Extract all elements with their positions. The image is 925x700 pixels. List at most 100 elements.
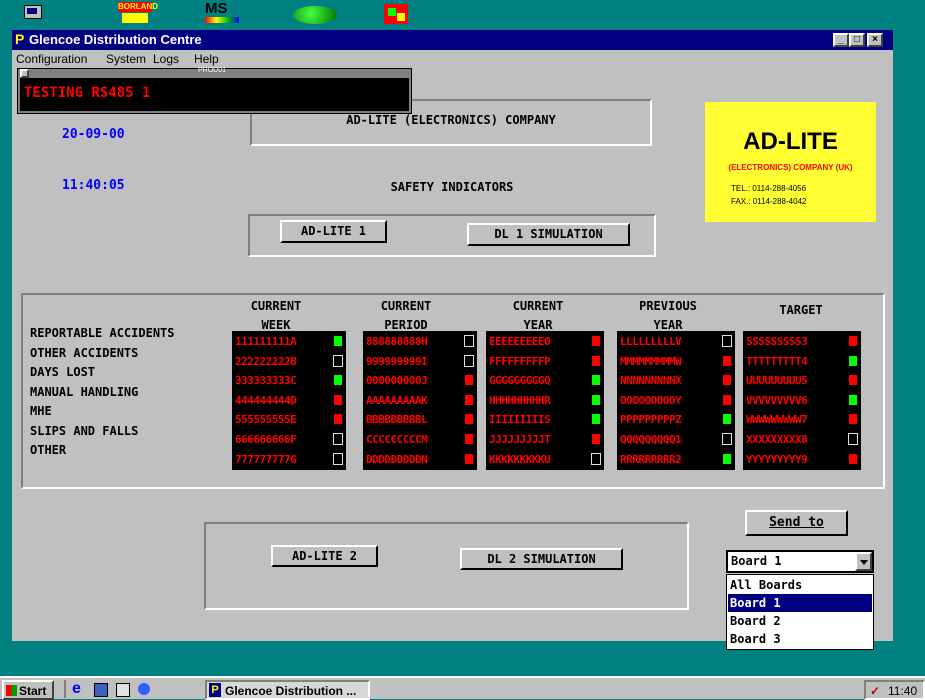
borland-label: BORLAND xyxy=(118,2,158,12)
led-board-previous-year: LLLLLLLLLV MMMMMMMMMW NNNNNNNNNX OOOOOOOOOY… xyxy=(617,331,735,470)
led-cell: TTTTTTTTT4 xyxy=(746,354,808,368)
prod01-title: PROD01 xyxy=(198,67,227,74)
led-cell: GGGGGGGGGQ xyxy=(489,374,551,388)
status-indicator-red xyxy=(334,414,342,425)
menu-help[interactable]: Help xyxy=(194,52,219,66)
logo-tel: TEL.: 0114-288-4056 xyxy=(731,184,807,193)
send-to-button[interactable]: Send to xyxy=(745,510,848,536)
status-indicator-green xyxy=(849,355,857,366)
row-label-reportable-accidents: REPORTABLE ACCIDENTS xyxy=(30,326,175,340)
prod01-display: TESTING RS485 1 xyxy=(20,78,409,111)
chevron-down-icon[interactable] xyxy=(855,552,872,571)
tray-icon[interactable]: ✓ xyxy=(870,684,880,698)
led-cell: AAAAAAAAAK xyxy=(366,393,428,407)
status-indicator-black xyxy=(333,354,343,367)
led-cell: RRRRRRRRR2 xyxy=(620,452,682,466)
led-board-current-week: 111111111A 222222222B 333333333C 444444444D… xyxy=(232,331,346,470)
column-header-current-period: CURRENT PERIOD xyxy=(351,297,461,335)
status-indicator-black xyxy=(848,433,858,445)
windows-logo-icon xyxy=(6,685,17,696)
prod01-panel[interactable]: PROD01 TESTING RS485 1 xyxy=(17,67,412,114)
close-button[interactable]: × xyxy=(867,33,883,47)
column-header-current-year: CURRENT YEAR xyxy=(483,297,593,335)
row-label-manual-handling: MANUAL HANDLING xyxy=(30,385,139,399)
row-label-other-accidents: OTHER ACCIDENTS xyxy=(30,346,139,360)
column-header-line1: TARGET xyxy=(779,303,823,317)
menu-configuration[interactable]: Configuration xyxy=(16,52,87,66)
safety-indicators-title: SAFETY INDICATORS xyxy=(390,180,514,194)
borland-icon[interactable]: BORLAND xyxy=(118,2,158,24)
logo-company: (ELECTRONICS) COMPANY (UK) xyxy=(728,163,853,172)
maximize-button[interactable]: □ xyxy=(849,33,865,47)
window-title: Glencoe Distribution Centre xyxy=(29,32,202,47)
status-indicator-black xyxy=(464,335,474,347)
internet-explorer-icon[interactable]: e xyxy=(72,680,81,698)
time-display: 11:40:05 xyxy=(62,178,125,193)
led-cell: 888888888H xyxy=(366,335,428,348)
dl-1-simulation-button[interactable]: DL 1 SIMULATION xyxy=(467,223,630,246)
network-icon[interactable] xyxy=(94,683,108,697)
dropdown-option-board-1[interactable]: Board 1 xyxy=(728,594,872,612)
green-blob-icon[interactable] xyxy=(293,6,337,24)
status-indicator-red xyxy=(849,375,857,386)
column-header-line1: PREVIOUS xyxy=(639,299,697,313)
led-cell: 222222222B xyxy=(235,354,297,368)
title-bar[interactable]: P Glencoe Distribution Centre _ □ × xyxy=(12,30,893,50)
prod01-titlebar[interactable]: PROD01 xyxy=(18,67,411,78)
column-header-line1: CURRENT xyxy=(512,299,564,313)
computer-icon[interactable] xyxy=(22,4,44,22)
led-cell: MMMMMMMMMW xyxy=(620,354,682,368)
led-cell: JJJJJJJJJT xyxy=(489,433,551,446)
dropdown-option-board-3[interactable]: Board 3 xyxy=(728,630,872,648)
column-header-line1: CURRENT xyxy=(380,299,432,313)
board-select[interactable]: Board 1 xyxy=(726,550,874,573)
app-icon[interactable]: P xyxy=(15,32,27,47)
led-cell: 444444444D xyxy=(235,393,297,407)
minimize-button[interactable]: _ xyxy=(833,33,849,47)
prod01-menu-icon[interactable] xyxy=(20,69,29,78)
taskbar-task-glencoe[interactable]: P Glencoe Distribution ... xyxy=(205,680,370,700)
menu-logs[interactable]: Logs xyxy=(153,52,179,66)
logo-brand: AD-LITE xyxy=(743,128,838,155)
edit-icon[interactable] xyxy=(116,683,130,697)
quick-launch: e xyxy=(64,680,166,698)
dropdown-option-all-boards[interactable]: All Boards xyxy=(728,576,872,594)
menu-system[interactable]: System xyxy=(106,52,146,66)
led-cell: 666666666F xyxy=(235,433,297,446)
client-area: 20-09-00 11:40:05 AD-LITE (ELECTRONICS) … xyxy=(12,68,893,650)
status-indicator-green xyxy=(334,375,342,386)
status-indicator-red xyxy=(465,394,473,405)
status-indicator-red xyxy=(465,375,473,386)
status-indicator-red xyxy=(592,355,600,366)
status-indicator-black xyxy=(591,452,601,465)
status-indicator-black xyxy=(722,433,732,445)
system-tray: ✓ 11:40 xyxy=(864,680,925,700)
ad-lite-2-button[interactable]: AD-LITE 2 xyxy=(271,545,378,567)
status-indicator-black xyxy=(722,335,732,347)
globe-icon[interactable] xyxy=(138,683,150,695)
taskbar: Start e P Glencoe Distribution ... ✓ 11:… xyxy=(0,676,925,700)
status-indicator-red xyxy=(334,394,342,405)
paint-icon[interactable] xyxy=(384,4,408,24)
led-cell: 333333333C xyxy=(235,374,297,388)
status-indicator-black xyxy=(464,354,474,367)
board-select-value: Board 1 xyxy=(731,554,782,568)
led-cell: XXXXXXXXX8 xyxy=(746,433,808,446)
ad-lite-logo: AD-LITE (ELECTRONICS) COMPANY (UK) TEL.:… xyxy=(705,102,876,222)
led-cell: 111111111A xyxy=(235,335,297,348)
status-indicator-green xyxy=(334,336,342,346)
ad-lite-1-button[interactable]: AD-LITE 1 xyxy=(280,220,387,243)
taskbar-task-label: Glencoe Distribution ... xyxy=(225,684,357,698)
led-cell: WWWWWWWWW7 xyxy=(746,413,808,427)
led-cell: SSSSSSSSS3 xyxy=(746,335,808,348)
menu-bar: Configuration System Logs Help xyxy=(12,50,893,68)
row-label-other: OTHER xyxy=(30,443,67,457)
column-header-target: TARGET xyxy=(746,297,856,320)
status-indicator-red xyxy=(849,453,857,464)
ms-icon[interactable]: MS xyxy=(205,1,239,24)
column-header-previous-year: PREVIOUS YEAR xyxy=(613,297,723,335)
dl-2-simulation-button[interactable]: DL 2 SIMULATION xyxy=(460,548,623,570)
led-cell: 555555555E xyxy=(235,413,297,427)
start-button[interactable]: Start xyxy=(2,680,54,700)
dropdown-option-board-2[interactable]: Board 2 xyxy=(728,612,872,630)
